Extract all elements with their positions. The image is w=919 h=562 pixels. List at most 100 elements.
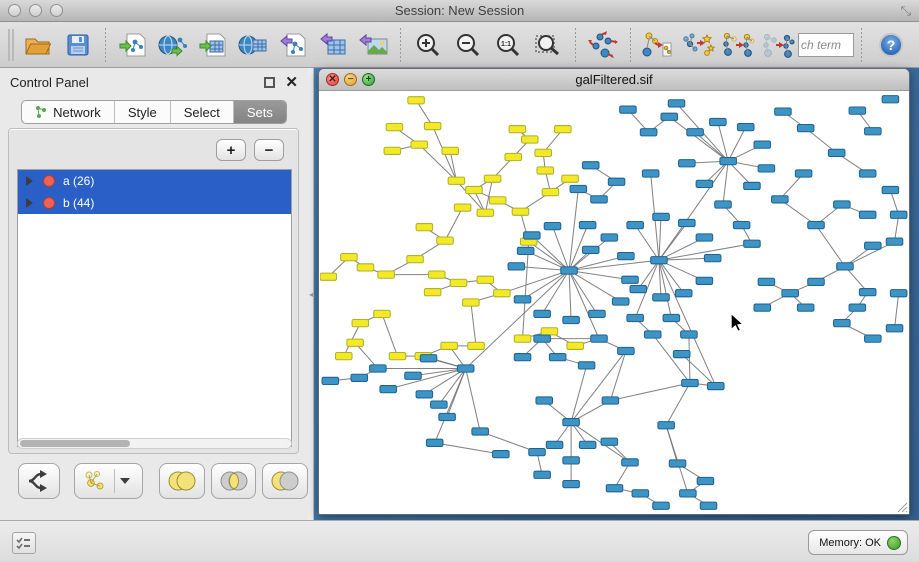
- network-canvas[interactable]: [320, 91, 909, 514]
- frame-resize-grip[interactable]: [894, 499, 908, 513]
- control-panel-tabs: Network Style Select Sets: [0, 100, 308, 124]
- open-session-button[interactable]: [18, 26, 58, 64]
- network-graph[interactable]: [320, 91, 909, 514]
- button-divider: [114, 469, 115, 493]
- status-bar: Memory: OK: [0, 520, 919, 562]
- memory-status-badge[interactable]: Memory: OK: [808, 530, 908, 555]
- close-panel-icon[interactable]: ✕: [285, 73, 298, 91]
- network-frame-title: galFiltered.sif: [575, 72, 652, 87]
- yellow-network-icon: [81, 470, 109, 492]
- tab-style[interactable]: Style: [115, 101, 171, 123]
- difference-sets-button[interactable]: [262, 463, 308, 499]
- import-table-url-icon: [238, 32, 268, 58]
- expander-triangle-icon[interactable]: [26, 198, 33, 208]
- first-neighbors-button[interactable]: [718, 26, 758, 64]
- main-toolbar: 1:1: [0, 22, 919, 68]
- dropdown-arrow-icon[interactable]: [120, 478, 130, 484]
- frame-minimize-button[interactable]: −: [344, 73, 357, 86]
- sets-panel: + − a (26) b (44): [8, 128, 299, 454]
- set-color-dot-icon: [43, 197, 55, 209]
- window-title: Session: New Session: [0, 3, 919, 18]
- import-table-url-button[interactable]: [233, 26, 273, 64]
- import-network-file-icon: [119, 32, 147, 58]
- tab-network-label: Network: [53, 105, 101, 120]
- export-table-icon: [319, 32, 347, 58]
- window-close-button[interactable]: [8, 4, 21, 17]
- network-tab-icon: [35, 105, 47, 119]
- list-item[interactable]: a (26): [18, 170, 291, 192]
- sets-toolbar: [0, 460, 308, 502]
- svg-text:1:1: 1:1: [501, 41, 511, 48]
- zoom-fit-selected-icon: [534, 32, 562, 58]
- zoom-fit-selected-button[interactable]: [528, 26, 568, 64]
- split-set-button[interactable]: [18, 463, 60, 499]
- toolbar-separator: [400, 28, 401, 62]
- difference-venn-icon: [270, 470, 300, 492]
- expander-triangle-icon[interactable]: [26, 176, 33, 186]
- export-image-button[interactable]: [353, 26, 393, 64]
- control-panel: Control Panel ✕ Network Style Select Set…: [0, 68, 308, 520]
- new-network-selection-edges-icon: [681, 31, 715, 59]
- import-table-file-icon: [199, 32, 227, 58]
- toolbar-separator: [105, 28, 106, 62]
- set-color-dot-icon: [43, 175, 55, 187]
- export-network-icon: [279, 32, 307, 58]
- zoom-actual-icon: 1:1: [495, 32, 521, 58]
- panel-divider[interactable]: ◂: [308, 68, 314, 520]
- frame-maximize-button[interactable]: +: [362, 73, 375, 86]
- import-table-file-button[interactable]: [193, 26, 233, 64]
- save-session-button[interactable]: [58, 26, 98, 64]
- toolbar-separator: [630, 28, 631, 62]
- intersection-venn-icon: [219, 470, 249, 492]
- remove-set-button[interactable]: −: [254, 139, 284, 161]
- hide-selected-icon: [761, 31, 795, 59]
- window-zoom-button[interactable]: [50, 4, 63, 17]
- frame-close-button[interactable]: ✕: [326, 73, 339, 86]
- scrollbar-thumb[interactable]: [20, 440, 130, 447]
- toolbar-grip: [8, 29, 14, 61]
- hide-selected-button[interactable]: [758, 26, 798, 64]
- import-network-file-button[interactable]: [113, 26, 153, 64]
- new-network-from-selection-all-edges-button[interactable]: [638, 26, 678, 64]
- toolbar-separator: [575, 28, 576, 62]
- network-desktop: ◂ ✕ − + galFiltered.sif: [308, 68, 919, 520]
- help-button[interactable]: ?: [879, 33, 903, 57]
- create-set-from-network-button[interactable]: [74, 463, 143, 499]
- zoom-out-button[interactable]: [448, 26, 488, 64]
- list-item[interactable]: b (44): [18, 192, 291, 214]
- new-network-selection-file-icon: [642, 31, 674, 59]
- apply-layout-button[interactable]: [583, 26, 623, 64]
- search-input[interactable]: ch term: [798, 33, 854, 57]
- zoom-out-icon: [455, 32, 481, 58]
- float-panel-button[interactable]: [264, 77, 275, 88]
- task-list-icon: [16, 536, 32, 550]
- tab-sets[interactable]: Sets: [234, 101, 286, 123]
- import-network-url-icon: [158, 32, 188, 58]
- union-sets-button[interactable]: [159, 463, 205, 499]
- export-image-icon: [358, 32, 388, 58]
- fork-arrows-icon: [27, 470, 51, 492]
- intersect-sets-button[interactable]: [211, 463, 257, 499]
- task-history-button[interactable]: [12, 532, 36, 554]
- control-panel-header: Control Panel ✕: [0, 68, 308, 96]
- zoom-in-icon: [415, 32, 441, 58]
- new-network-from-selection-selected-edges-button[interactable]: [678, 26, 718, 64]
- import-network-url-button[interactable]: [153, 26, 193, 64]
- network-frame[interactable]: ✕ − + galFiltered.sif: [318, 68, 910, 515]
- layout-icon: [588, 31, 618, 59]
- control-panel-title: Control Panel: [10, 75, 89, 90]
- zoom-in-button[interactable]: [408, 26, 448, 64]
- set-label: b (44): [63, 196, 94, 210]
- window-resize-icon[interactable]: ⤡: [901, 3, 911, 19]
- add-set-button[interactable]: +: [216, 139, 246, 161]
- network-frame-titlebar[interactable]: ✕ − + galFiltered.sif: [319, 69, 909, 91]
- window-minimize-button[interactable]: [29, 4, 42, 17]
- export-network-button[interactable]: [273, 26, 313, 64]
- horizontal-scrollbar[interactable]: [17, 438, 292, 449]
- collapse-arrow-icon[interactable]: ◂: [309, 290, 313, 299]
- set-label: a (26): [63, 174, 94, 188]
- zoom-actual-button[interactable]: 1:1: [488, 26, 528, 64]
- tab-select[interactable]: Select: [171, 101, 234, 123]
- tab-network[interactable]: Network: [22, 101, 115, 123]
- export-table-button[interactable]: [313, 26, 353, 64]
